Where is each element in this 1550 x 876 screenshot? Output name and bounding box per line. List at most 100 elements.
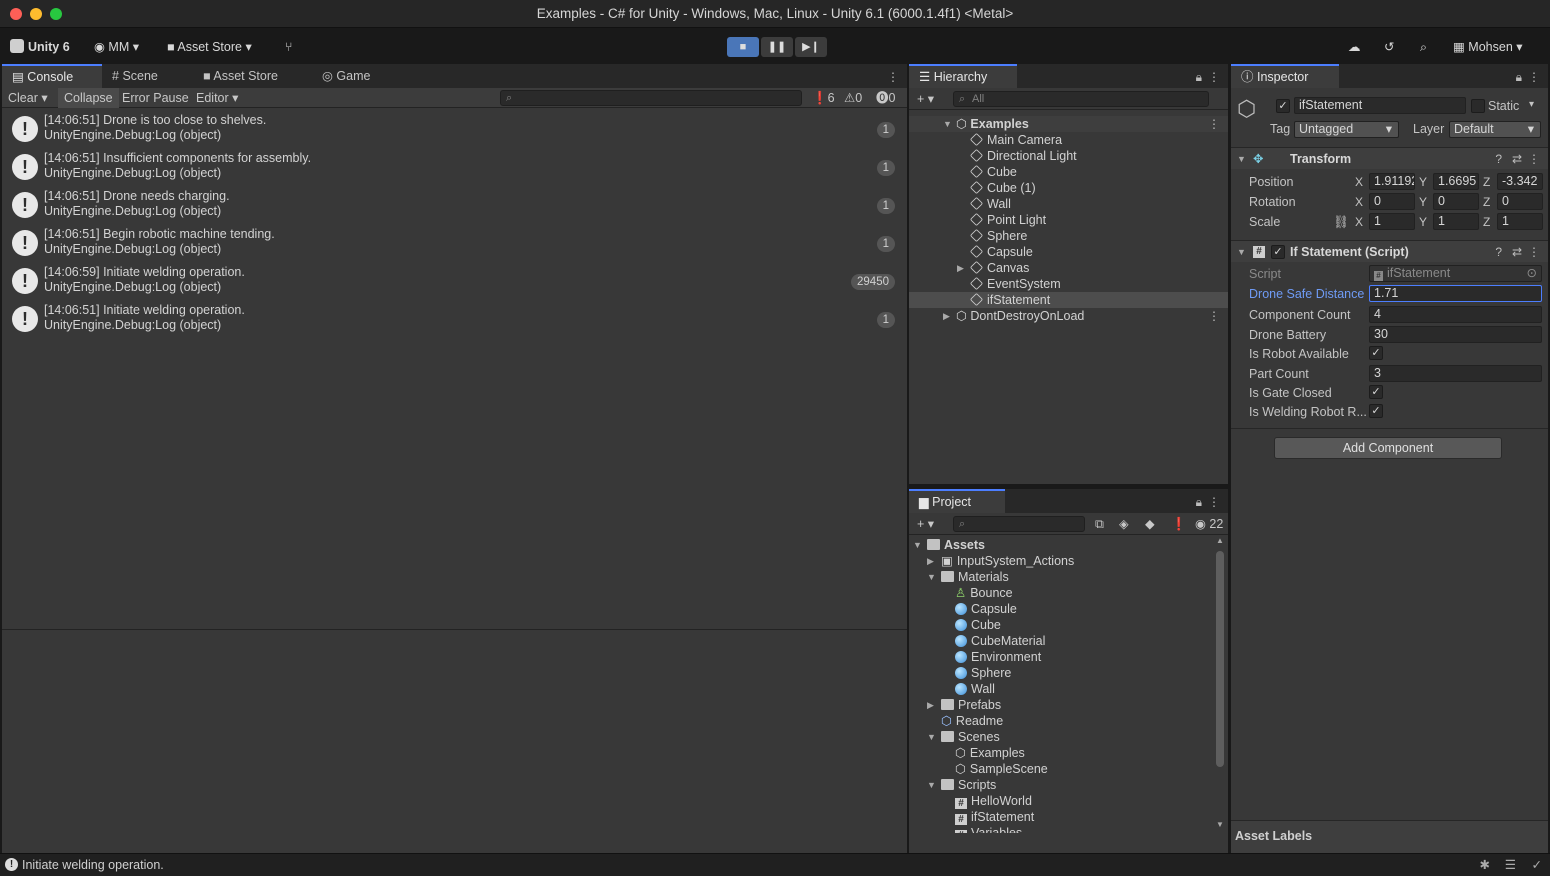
expand-arrow-icon[interactable]: ▼ xyxy=(913,537,922,553)
layer-dropdown[interactable]: Default ▾ xyxy=(1449,121,1541,138)
axis-z-label[interactable]: Z xyxy=(1483,195,1490,209)
hierarchy-item[interactable]: Wall xyxy=(909,196,1228,212)
axis-z-label[interactable]: Z xyxy=(1483,175,1490,189)
position-z-field[interactable]: -3.342 xyxy=(1497,173,1543,190)
project-item[interactable]: Capsule xyxy=(909,601,1209,617)
project-item[interactable]: # HelloWorld xyxy=(909,793,1209,809)
expand-arrow-icon[interactable]: ▼ xyxy=(1237,247,1246,257)
scene-more-menu-icon[interactable]: ⋮ xyxy=(1208,116,1220,132)
hierarchy-more-menu-icon[interactable]: ⋮ xyxy=(1208,70,1220,84)
tab-asset-store[interactable]: ■ Asset Store xyxy=(193,64,288,88)
project-item[interactable]: Cube xyxy=(909,617,1209,633)
scrollbar-thumb[interactable] xyxy=(1216,551,1224,767)
axis-y-label[interactable]: Y xyxy=(1419,175,1427,189)
script-field-input[interactable]: 3 xyxy=(1369,365,1542,382)
axis-y-label[interactable]: Y xyxy=(1419,195,1427,209)
lock-icon[interactable]: 🔒︎ xyxy=(1196,495,1202,510)
log-entry[interactable]: ! [14:06:51] Begin robotic machine tendin… xyxy=(6,224,901,262)
hierarchy-item[interactable]: Cube (1) xyxy=(909,180,1228,196)
project-item[interactable]: ▼ Scripts xyxy=(909,777,1209,793)
expand-arrow-icon[interactable]: ▼ xyxy=(927,569,936,585)
auto-refresh-icon[interactable]: ✓ xyxy=(1532,857,1542,872)
search-icon[interactable]: ⌕ xyxy=(1420,38,1427,56)
axis-x-label[interactable]: X xyxy=(1355,175,1363,189)
hierarchy-item[interactable]: EventSystem xyxy=(909,276,1228,292)
create-dropdown[interactable]: + ▾ xyxy=(911,89,940,109)
tab-inspector[interactable]: ⓘ Inspector xyxy=(1231,64,1339,88)
search-by-type-icon[interactable]: ⧉ xyxy=(1089,514,1110,534)
script-component-header[interactable]: ▼ # ✓ If Statement (Script) ? ⇄ ⋮ xyxy=(1231,240,1548,262)
debug-icon[interactable]: ✱ xyxy=(1480,857,1490,872)
tab-hierarchy[interactable]: ☰ Hierarchy xyxy=(909,64,1017,88)
project-item[interactable]: CubeMaterial xyxy=(909,633,1209,649)
script-field-checkbox[interactable]: ✓ xyxy=(1369,346,1383,360)
expand-arrow-icon[interactable]: ▶ xyxy=(927,553,934,569)
object-name-field[interactable]: ifStatement xyxy=(1294,97,1466,114)
expand-arrow-icon[interactable]: ▼ xyxy=(927,777,936,793)
rotation-y-field[interactable]: 0 xyxy=(1433,193,1479,210)
pause-button[interactable]: ❚❚ xyxy=(761,37,793,57)
log-entry[interactable]: ! [14:06:59] Initiate welding operation. U… xyxy=(6,262,901,300)
expand-arrow-icon[interactable]: ▼ xyxy=(943,116,952,132)
script-field-input[interactable]: 30 xyxy=(1369,326,1542,343)
hierarchy-item[interactable]: Main Camera xyxy=(909,132,1228,148)
script-field-input[interactable]: 4 xyxy=(1369,306,1542,323)
tab-console[interactable]: ▤ Console xyxy=(2,64,102,88)
log-entry[interactable]: ! [14:06:51] Initiate welding operation. U… xyxy=(6,300,901,338)
editor-dropdown[interactable]: Editor ▾ xyxy=(190,88,244,108)
log-entry[interactable]: ! [14:06:51] Insufficient components for … xyxy=(6,148,901,186)
user-dropdown[interactable]: ▦ Mohsen ▾ xyxy=(1453,38,1523,56)
script-field-checkbox[interactable]: ✓ xyxy=(1369,385,1383,399)
hierarchy-item[interactable]: ifStatement xyxy=(909,292,1228,308)
error-count-toggle[interactable]: ⓿0 xyxy=(870,88,901,108)
asset-labels-section[interactable]: Asset Labels xyxy=(1231,820,1548,853)
expand-arrow-icon[interactable]: ▼ xyxy=(1237,154,1246,164)
scale-x-field[interactable]: 1 xyxy=(1369,213,1415,230)
info-count-toggle[interactable]: ❗6 xyxy=(806,88,841,108)
transform-header[interactable]: ▼ ✥ Transform ? ⇄ ⋮ xyxy=(1231,147,1548,169)
transform-more-menu-icon[interactable]: ⋮ xyxy=(1528,152,1540,166)
project-search-input[interactable]: ⌕ xyxy=(953,516,1085,532)
project-item[interactable]: ⬡ SampleScene xyxy=(909,761,1209,777)
script-field-input[interactable]: 1.71 xyxy=(1369,285,1542,302)
script-field-checkbox[interactable]: ✓ xyxy=(1369,404,1383,418)
position-x-field[interactable]: 1.91192 xyxy=(1369,173,1415,190)
tab-scene[interactable]: # Scene xyxy=(102,64,168,88)
filter-label-icon[interactable]: ◆ xyxy=(1139,514,1161,534)
script-reference-field[interactable]: # ifStatement ⊙ xyxy=(1369,265,1542,282)
progress-icon[interactable]: ☰ xyxy=(1505,857,1516,872)
project-item[interactable]: ▶ Prefabs xyxy=(909,697,1209,713)
console-more-menu-icon[interactable]: ⋮ xyxy=(887,70,899,84)
axis-x-label[interactable]: X xyxy=(1355,215,1363,229)
hierarchy-item[interactable]: Sphere xyxy=(909,228,1228,244)
scale-y-field[interactable]: 1 xyxy=(1433,213,1479,230)
version-control-icon[interactable]: ⑂ xyxy=(285,38,293,56)
project-more-menu-icon[interactable]: ⋮ xyxy=(1208,495,1220,509)
inspector-more-menu-icon[interactable]: ⋮ xyxy=(1528,70,1540,84)
tag-dropdown[interactable]: Untagged ▾ xyxy=(1294,121,1399,138)
collapse-arrow-icon[interactable]: ▶ xyxy=(943,308,950,324)
axis-z-label[interactable]: Z xyxy=(1483,215,1490,229)
hierarchy-item[interactable]: Cube xyxy=(909,164,1228,180)
project-item[interactable]: Wall xyxy=(909,681,1209,697)
add-component-button[interactable]: Add Component xyxy=(1274,437,1502,459)
project-item[interactable]: ⬡ Readme xyxy=(909,713,1209,729)
constrain-proportions-icon[interactable]: ⛓ xyxy=(1333,215,1349,230)
console-search-input[interactable]: ⌕ xyxy=(500,90,802,106)
hierarchy-item[interactable]: Directional Light xyxy=(909,148,1228,164)
lock-icon[interactable]: 🔒︎ xyxy=(1196,70,1202,85)
step-button[interactable]: ▶❙ xyxy=(795,37,827,57)
project-item[interactable]: ♙ Bounce xyxy=(909,585,1209,601)
collapse-arrow-icon[interactable]: ▶ xyxy=(957,260,964,276)
ddol-more-menu-icon[interactable]: ⋮ xyxy=(1208,308,1220,324)
script-enabled-checkbox[interactable]: ✓ xyxy=(1271,245,1285,259)
log-entry[interactable]: ! [14:06:51] Drone needs charging. UnityEn… xyxy=(6,186,901,224)
expand-arrow-icon[interactable]: ▶ xyxy=(927,697,934,713)
expand-arrow-icon[interactable]: ▼ xyxy=(927,729,936,745)
hierarchy-item[interactable]: ▶ Canvas xyxy=(909,260,1228,276)
static-checkbox[interactable] xyxy=(1471,99,1485,113)
project-item[interactable]: ⬡ Examples xyxy=(909,745,1209,761)
rotation-x-field[interactable]: 0 xyxy=(1369,193,1415,210)
project-item[interactable]: Sphere xyxy=(909,665,1209,681)
project-item[interactable]: ▼ Scenes xyxy=(909,729,1209,745)
